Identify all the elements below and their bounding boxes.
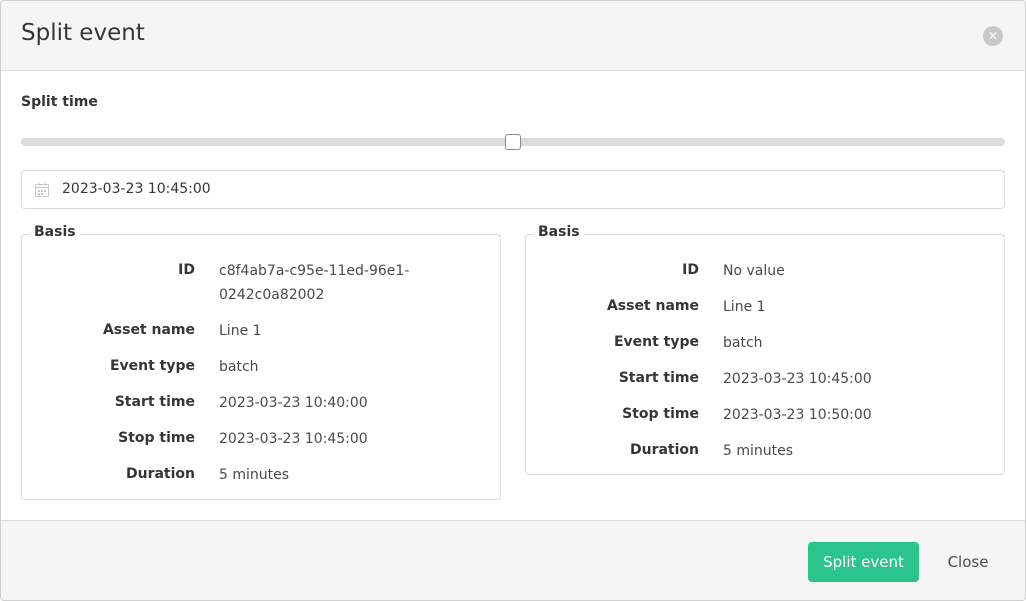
row-label: ID xyxy=(178,262,195,278)
row-value: batch xyxy=(723,335,763,351)
panel-legend: Basis xyxy=(30,224,80,240)
row-label: ID xyxy=(682,262,699,278)
row-label: Event type xyxy=(109,358,195,374)
calendar-icon xyxy=(35,182,49,197)
close-icon[interactable]: ✕ xyxy=(983,26,1003,46)
split-time-label: Split time xyxy=(21,94,98,110)
row-value: 2023-03-23 10:45:00 xyxy=(219,431,368,447)
modal-title: Split event xyxy=(21,20,145,46)
split-time-slider[interactable] xyxy=(21,134,1005,150)
row-label: Duration xyxy=(125,466,195,482)
row-value: c8f4ab7a-c95e-11ed-96e1-0242c0a82002 xyxy=(219,263,410,303)
split-time-input[interactable]: 2023-03-23 10:45:00 xyxy=(21,170,1005,209)
row-label: Start time xyxy=(114,394,195,410)
panel-legend: Basis xyxy=(534,224,584,240)
basis-panel-right: Basis ID No value Asset name Line 1 Even… xyxy=(525,224,1005,475)
row-label: Event type xyxy=(613,334,699,350)
modal-header: Split event ✕ xyxy=(1,1,1025,71)
row-label: Duration xyxy=(629,442,699,458)
row-label: Asset name xyxy=(606,298,699,314)
split-event-button[interactable]: Split event xyxy=(808,542,919,582)
row-value: Line 1 xyxy=(723,299,766,315)
row-label: Stop time xyxy=(622,406,699,422)
row-value: 5 minutes xyxy=(219,467,290,483)
slider-handle[interactable] xyxy=(505,134,521,150)
close-button[interactable]: Close xyxy=(936,542,1000,582)
row-value: Line 1 xyxy=(219,323,262,339)
row-label: Start time xyxy=(618,370,699,386)
modal-footer: Split event Close xyxy=(1,520,1025,600)
row-value: 2023-03-23 10:50:00 xyxy=(723,407,872,423)
split-time-value: 2023-03-23 10:45:00 xyxy=(62,181,211,197)
row-value: batch xyxy=(219,359,259,375)
basis-panel-left: Basis ID c8f4ab7a-c95e-11ed-96e1-0242c0a… xyxy=(21,224,501,500)
row-label: Stop time xyxy=(118,430,195,446)
row-value: 5 minutes xyxy=(723,443,794,459)
split-event-dialog: Split event ✕ Split time 2023-03-23 10:4… xyxy=(0,0,1026,601)
row-value: No value xyxy=(723,263,785,279)
row-value: 2023-03-23 10:40:00 xyxy=(219,395,368,411)
row-label: Asset name xyxy=(102,322,195,338)
row-value: 2023-03-23 10:45:00 xyxy=(723,371,872,387)
